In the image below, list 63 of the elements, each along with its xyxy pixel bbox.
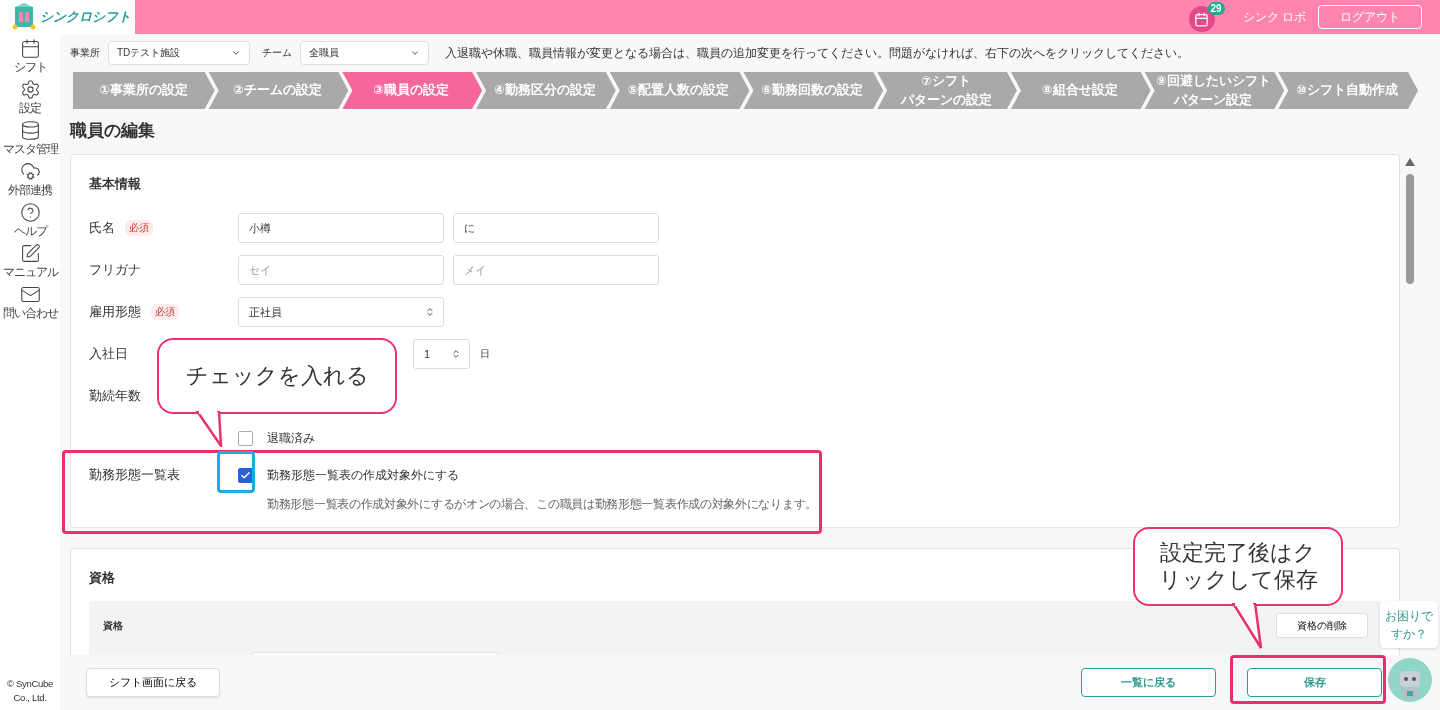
panel-title: 資格: [103, 618, 123, 633]
field-label: 雇用形態: [89, 303, 141, 321]
callout-pointer: [1231, 603, 1263, 649]
copyright: © SynCube Co., Ltd.: [6, 677, 54, 705]
sidebar-label[interactable]: 問い合わせ: [2, 305, 58, 322]
employment-select[interactable]: 正社員: [238, 297, 444, 327]
scroll-up-icon[interactable]: [1405, 158, 1415, 166]
sidebar-label[interactable]: ヘルプ: [13, 223, 47, 240]
chevron-down-icon: [410, 48, 420, 58]
callout-bubble: チェックを入れる: [157, 338, 397, 414]
last-name-field[interactable]: 小樽: [238, 213, 444, 243]
scrollbar-thumb[interactable]: [1406, 174, 1414, 284]
field-label: 勤務形態一覧表: [89, 467, 180, 484]
required-tag: 必須: [151, 304, 179, 320]
sidebar-icon[interactable]: [19, 243, 41, 264]
robot-avatar[interactable]: [1388, 657, 1432, 703]
sidebar-icon[interactable]: [19, 284, 41, 305]
last-kana-field[interactable]: セイ: [238, 255, 444, 285]
retired-checkbox[interactable]: [238, 430, 253, 446]
sort-icon: [425, 307, 435, 317]
check-icon: [240, 470, 251, 481]
chevron-down-icon: [231, 48, 241, 58]
callout-bubble: 設定完了後はクリックして保存: [1133, 527, 1343, 606]
sidebar-label[interactable]: マスタ管理: [2, 141, 58, 158]
notification-badge: 29: [1207, 2, 1225, 15]
logo-text: シンクロシフト: [40, 8, 131, 26]
section-title: 資格: [89, 569, 115, 587]
required-tag: 必須: [125, 220, 153, 236]
save-button[interactable]: 保存: [1247, 668, 1382, 697]
first-name-field[interactable]: に: [453, 213, 659, 243]
sidebar-label[interactable]: 設定: [19, 100, 41, 117]
sidebar-icon[interactable]: [19, 79, 41, 100]
back-to-shift-button[interactable]: シフト画面に戻る: [86, 668, 220, 697]
delete-button[interactable]: 資格の削除: [1276, 613, 1368, 638]
checkbox-label: 退職済み: [267, 429, 315, 447]
sidebar-icon[interactable]: [19, 38, 41, 59]
callout-pointer: [195, 411, 223, 447]
field-label: 氏名: [89, 219, 115, 237]
help-bubble[interactable]: お困りですか？: [1380, 601, 1438, 648]
user-name: シンク ロボ: [1242, 8, 1306, 26]
sidebar-label[interactable]: シフト: [13, 59, 47, 76]
day-select[interactable]: 1: [413, 339, 470, 369]
page-title: 職員の編集: [70, 120, 156, 142]
filter-label: 事業所: [70, 46, 100, 60]
filter-select[interactable]: 全職員: [300, 41, 429, 65]
section-title: 基本情報: [89, 175, 141, 193]
notice-text: 入退職や休職、職員情報が変更となる場合は、職員の追加変更を行ってください。問題がなければ、右下の次へをクリックしてください。: [445, 44, 1189, 62]
first-kana-field[interactable]: メイ: [453, 255, 659, 285]
sidebar-icon[interactable]: [19, 120, 41, 141]
sidebar-icon[interactable]: [19, 161, 41, 182]
sort-icon: [451, 349, 461, 359]
field-label: フリガナ: [89, 261, 141, 279]
logo-icon: [12, 3, 36, 31]
checkbox-label: 勤務形態一覧表の作成対象外にする: [267, 467, 459, 484]
help-text: 勤務形態一覧表の作成対象外にするがオンの場合、この職員は勤務形態一覧表作成の対象外になります。: [267, 496, 817, 513]
day-unit: 日: [480, 347, 490, 361]
filter-select[interactable]: TDテスト施設: [108, 41, 250, 65]
sidebar-label[interactable]: マニュアル: [2, 264, 58, 281]
field-label: 勤続年数: [89, 387, 141, 405]
field-label: 入社日: [89, 345, 128, 363]
filter-label: チーム: [262, 46, 292, 60]
sidebar-label[interactable]: 外部連携: [8, 182, 52, 199]
sidebar-icon[interactable]: [19, 202, 41, 223]
